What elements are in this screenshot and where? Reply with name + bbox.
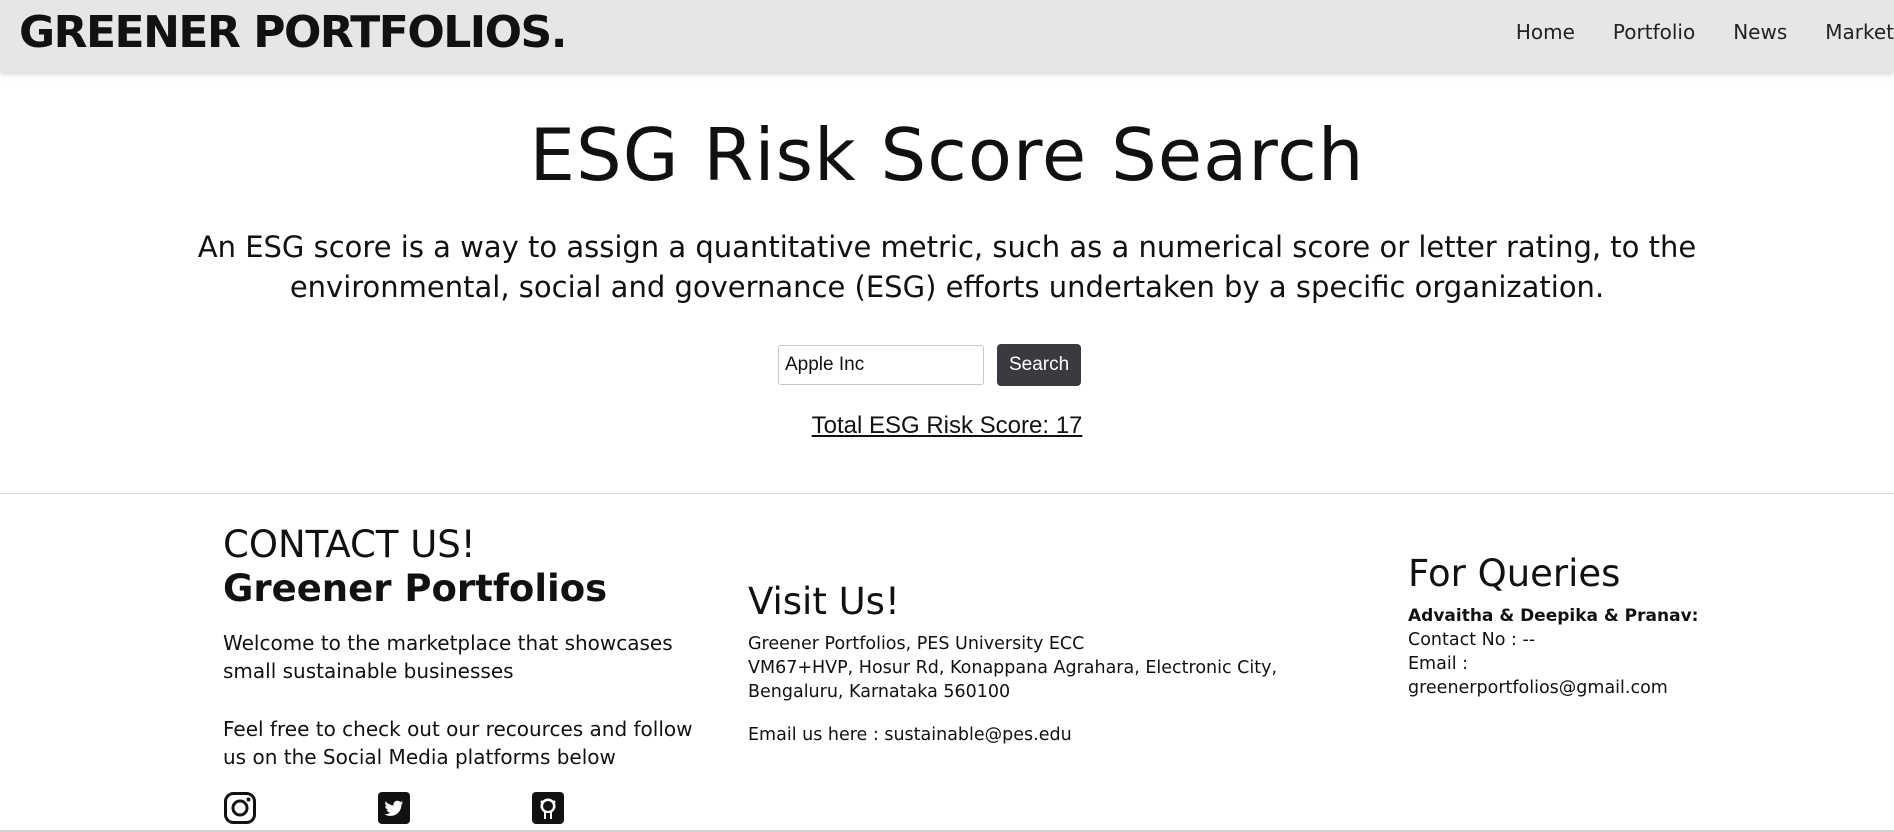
footer-visit: Visit Us! Greener Portfolios, PES Univer… [748,578,1348,747]
esg-score-result: Total ESG Risk Score: 17 [811,412,1083,439]
nav-market[interactable]: Market [1825,20,1894,44]
brand-logo[interactable]: GREENER PORTFOLIOS. [19,8,567,58]
contact-brand: Greener Portfolios [223,567,608,610]
address-line-1: Greener Portfolios, PES University ECC [748,634,1085,654]
github-icon[interactable] [531,791,565,825]
footer-queries: For Queries Advaitha & Deepika & Pranav:… [1408,550,1808,700]
page-description: An ESG score is a way to assign a quanti… [197,230,1697,304]
search-form: Search [778,344,1082,386]
contact-heading: CONTACT US! [223,523,476,566]
search-button[interactable]: Search [997,344,1082,386]
twitter-icon[interactable] [377,791,411,825]
contact-number: Contact No : -- [1408,630,1536,650]
address-line-2: VM67+HVP, Hosur Rd, Konappana Agrahara, … [748,658,1278,702]
visit-email: Email us here : sustainable@pes.edu [748,725,1072,745]
visit-heading: Visit Us! [748,580,900,623]
welcome-text: Welcome to the marketplace that showcase… [223,631,673,683]
main-nav: Home Portfolio News Market [1478,20,1894,44]
social-links [223,791,693,825]
queries-names: Advaitha & Deepika & Pranav: [1408,606,1699,626]
page-title: ESG Risk Score Search [529,113,1365,197]
queries-heading: For Queries [1408,552,1621,595]
nav-news[interactable]: News [1733,20,1787,44]
nav-home[interactable]: Home [1516,20,1575,44]
footer-divider [0,493,1894,494]
queries-email: greenerportfolios@gmail.com [1408,678,1668,698]
nav-portfolio[interactable]: Portfolio [1613,20,1695,44]
follow-text: Feel free to check out our recources and… [223,717,693,769]
top-navbar: GREENER PORTFOLIOS. Home Portfolio News … [0,0,1894,72]
instagram-icon[interactable] [223,791,257,825]
company-search-input[interactable] [778,345,984,385]
footer-contact: CONTACT US! Greener Portfolios Welcome t… [223,522,693,825]
queries-email-label: Email : [1408,654,1469,674]
